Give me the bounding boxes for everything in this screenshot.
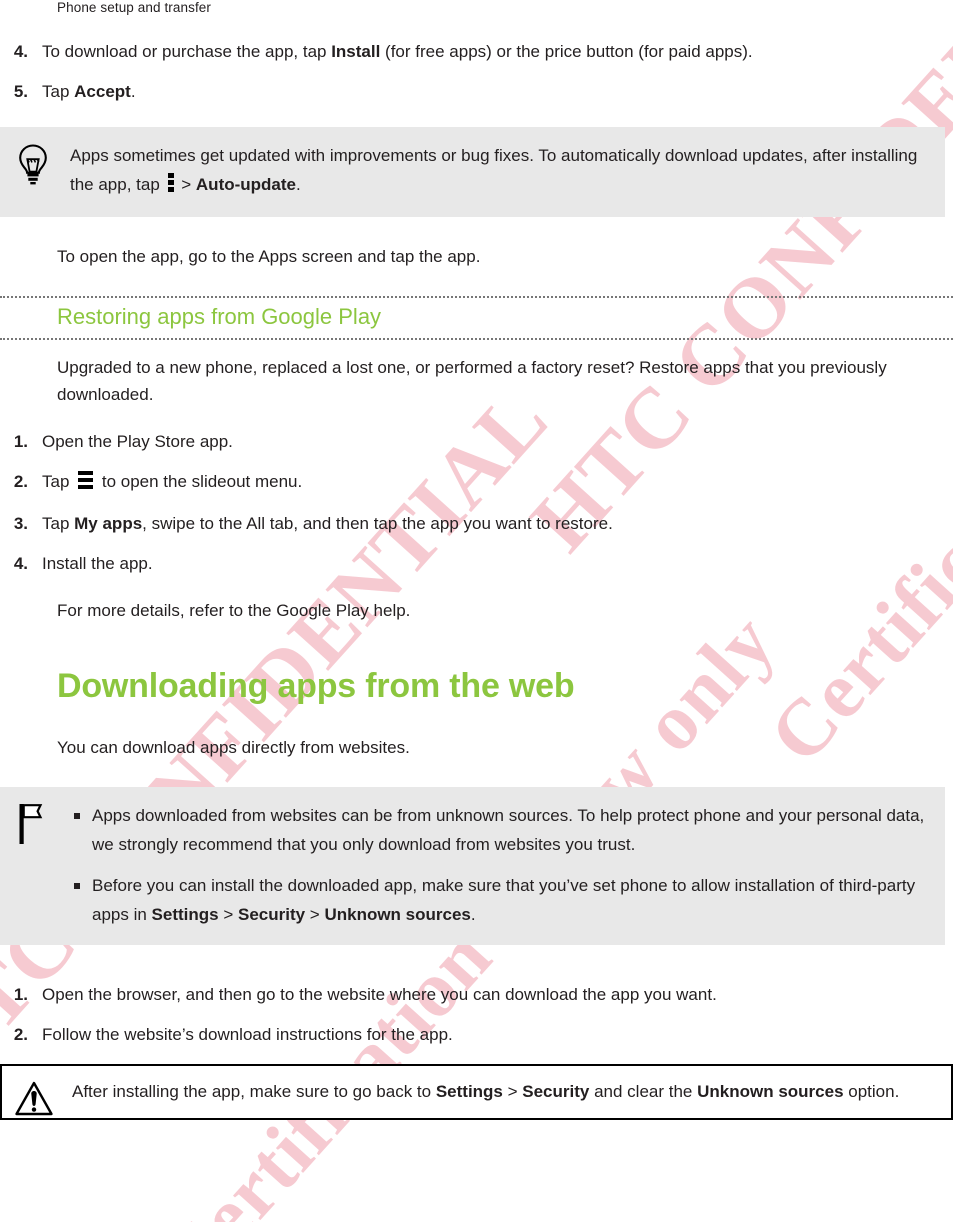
list-item-number: 1. (13, 985, 28, 1004)
document-page: Phone setup and transfer 4. To download … (0, 0, 953, 1222)
list-item-text: To download or purchase the app, tap Ins… (42, 42, 753, 61)
list-item: 5. Tap Accept. (0, 78, 862, 105)
list-item-number: 2. (13, 1025, 28, 1044)
list-item: 2. Tap to open the slideout menu. (0, 468, 868, 497)
list-item: 4. Install the app. (0, 550, 868, 577)
list-item-number: 4. (13, 554, 28, 573)
open-app-paragraph: To open the app, go to the Apps screen a… (57, 247, 481, 266)
overflow-menu-icon (167, 172, 174, 201)
list-item-text: Tap Accept. (42, 82, 136, 101)
list-item: 4. To download or purchase the app, tap … (0, 38, 862, 65)
list-item: 2. Follow the website’s download instruc… (0, 1021, 850, 1048)
list-item-text: Tap My apps, swipe to the All tab, and t… (42, 514, 613, 533)
restore-section-heading: Restoring apps from Google Play (0, 296, 953, 340)
restore-section-footer: For more details, refer to the Google Pl… (57, 601, 411, 620)
install-steps-list: 4. To download or purchase the app, tap … (0, 38, 862, 105)
web-steps-list: 1. Open the browser, and then go to the … (0, 981, 850, 1048)
web-section-intro: You can download apps directly from webs… (57, 738, 410, 757)
list-item-number: 1. (13, 432, 28, 451)
hamburger-menu-icon (77, 470, 94, 497)
list-item-text: Install the app. (42, 554, 153, 573)
restore-section-intro: Upgraded to a new phone, replaced a lost… (57, 358, 887, 404)
note-callout: Apps downloaded from websites can be fro… (0, 787, 945, 945)
list-item-number: 4. (13, 42, 28, 61)
list-item: 1. Open the browser, and then go to the … (0, 981, 850, 1008)
list-item-text: Open the browser, and then go to the web… (42, 985, 717, 1004)
list-item: 3. Tap My apps, swipe to the All tab, an… (0, 510, 868, 537)
list-item-text: Open the Play Store app. (42, 432, 233, 451)
warning-triangle-icon (14, 1080, 53, 1122)
tip-callout: Apps sometimes get updated with improvem… (0, 127, 945, 217)
list-item-number: 3. (13, 514, 28, 533)
lightbulb-icon (16, 143, 50, 185)
note-bullet-list: Apps downloaded from websites can be fro… (70, 801, 933, 929)
restore-steps-list: 1. Open the Play Store app. 2. Tap to op… (0, 428, 868, 577)
running-header: Phone setup and transfer (57, 0, 212, 15)
list-item: Apps downloaded from websites can be fro… (70, 801, 933, 859)
list-item-text: Tap to open the slideout menu. (42, 468, 868, 497)
tip-callout-text: Apps sometimes get updated with improvem… (70, 141, 933, 201)
list-item: Before you can install the downloaded ap… (70, 871, 933, 929)
web-section-heading: Downloading apps from the web (57, 667, 575, 705)
warning-callout-text: After installing the app, make sure to g… (72, 1082, 900, 1101)
list-item-number: 2. (13, 472, 28, 491)
list-item-number: 5. (13, 82, 28, 101)
list-item: 1. Open the Play Store app. (0, 428, 868, 455)
flag-icon (16, 803, 50, 845)
page-content: 4. To download or purchase the app, tap … (0, 38, 953, 1120)
warning-callout: After installing the app, make sure to g… (0, 1064, 953, 1120)
list-item-text: Follow the website’s download instructio… (42, 1025, 453, 1044)
